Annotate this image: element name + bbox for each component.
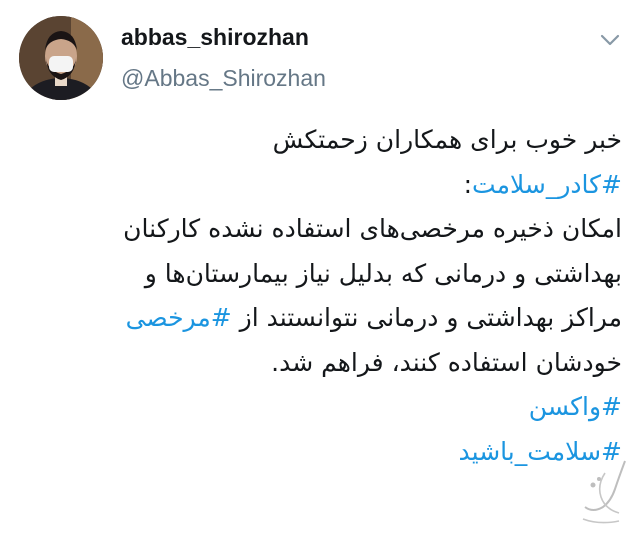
tweet-line-4: بهداشتی و درمانی که بدلیل نیاز بیمارستان… [144,258,622,288]
avatar[interactable] [19,16,103,100]
hashtag-leave[interactable]: #مرخصی [126,303,232,332]
watermark-logo [575,455,635,530]
tweet-line-5: مراکز بهداشتی و درمانی نتوانستند از #مرخ… [22,296,622,341]
tweet-line-3: امکان ذخیره مرخصی‌های استفاده نشده کارکن… [123,214,622,243]
hashtag-health-staff[interactable]: #کادر_سلامت [472,170,622,199]
colon-text: : [463,169,473,199]
hashtag-vaccine[interactable]: #واکسن [529,392,622,421]
tweet-line-6: خودشان استفاده کنند، فراهم شد. [271,347,622,377]
tweet-line-8: #سلامت_باشید [22,430,622,475]
author-handle[interactable]: @Abbas_Shirozhan [121,65,326,92]
tweet-line-7: #واکسن [22,385,622,430]
author-display-name[interactable]: abbas_shirozhan [121,24,309,51]
tweet-card: abbas_shirozhan @Abbas_Shirozhan خبر خوب… [0,0,640,539]
tweet-line-5-text: مراکز بهداشتی و درمانی نتوانستند از [231,303,622,332]
tweet-line-2: #کادر_سلامت: [22,163,622,208]
tweet-line-1: خبر خوب برای همکاران زحمتکش [272,125,622,154]
tweet-text: خبر خوب برای همکاران زحمتکش #کادر_سلامت:… [22,118,622,474]
chevron-down-icon[interactable] [598,30,622,50]
